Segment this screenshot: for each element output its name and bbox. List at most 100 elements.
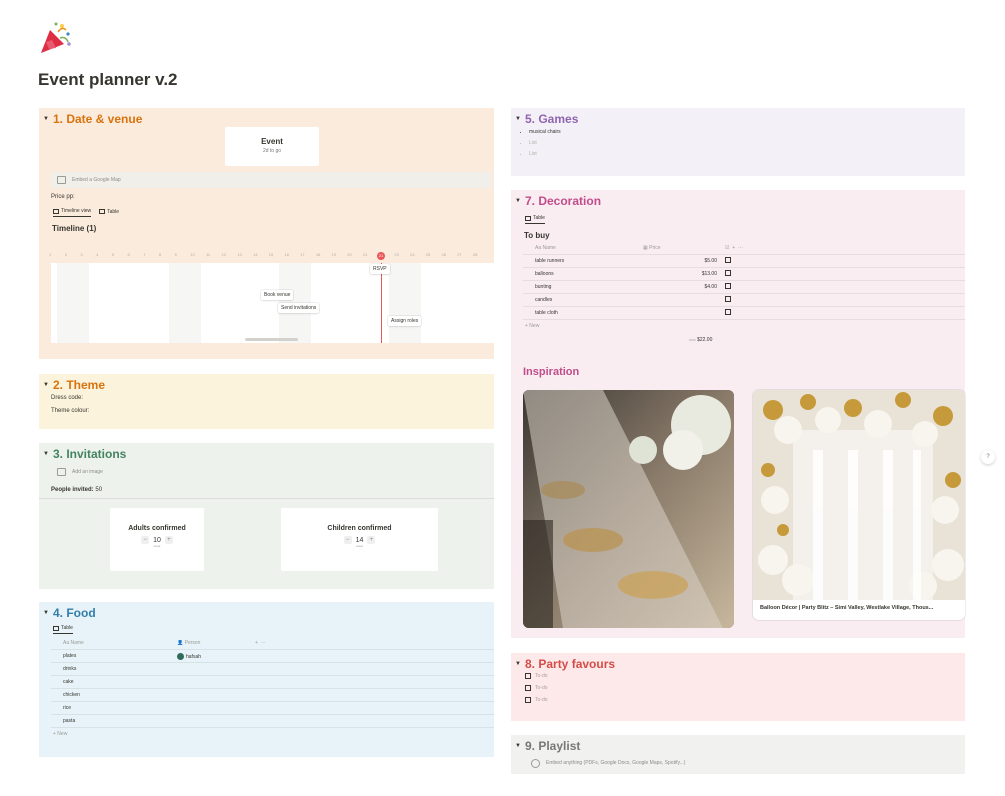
cell-name[interactable]: drinks — [51, 666, 171, 672]
cell-name[interactable]: balloons — [523, 271, 641, 277]
cell-price[interactable]: $4.00 — [641, 284, 721, 290]
checkbox[interactable] — [725, 270, 731, 276]
toggle-caret-icon[interactable]: ▼ — [515, 116, 521, 122]
column-header-name[interactable]: Aa Name — [51, 640, 171, 646]
add-column-button[interactable]: + ··· — [251, 640, 266, 646]
timeline-item-send-invitations[interactable]: Send invitations — [278, 303, 320, 313]
table-row[interactable]: drinks — [51, 663, 494, 676]
cell-price[interactable]: $13.00 — [641, 271, 721, 277]
table-row[interactable]: cake — [51, 676, 494, 689]
timeline-item-rsvp[interactable]: RSVP — [370, 264, 390, 274]
cell-checkbox[interactable] — [721, 283, 731, 291]
timeline-day-number: 19 — [331, 252, 337, 257]
section-heading[interactable]: ▼ 7. Decoration — [515, 194, 601, 208]
todo-label[interactable]: To-do — [535, 685, 548, 691]
table-row[interactable]: table cloth — [523, 307, 965, 320]
cell-name[interactable]: candles — [523, 297, 641, 303]
cell-name[interactable]: pasta — [51, 718, 171, 724]
embed-anything-block[interactable]: Embed anything (PDFs, Google Docs, Googl… — [525, 757, 825, 769]
todo-label[interactable]: To-do — [535, 697, 548, 703]
timeline-icon — [53, 208, 59, 214]
column-header-checkbox[interactable]: ☑ + ··· — [721, 245, 743, 251]
embed-google-map[interactable]: Embed a Google Map — [51, 172, 491, 188]
add-image-block[interactable]: Add an image — [51, 465, 191, 479]
section-heading[interactable]: ▼ 4. Food — [43, 606, 96, 620]
section-heading[interactable]: ▼ 5. Games — [515, 112, 578, 126]
column-header-price[interactable]: ▦ Price — [641, 245, 721, 251]
todo-item[interactable]: To-do — [525, 685, 548, 691]
table-row[interactable]: pasta — [51, 715, 494, 728]
inspiration-photo-balloon-decor[interactable]: Balloon Décor | Party Blitz – Simi Valle… — [753, 390, 965, 620]
increment-button[interactable]: + — [367, 536, 376, 544]
section-heading[interactable]: ▼ 8. Party favours — [515, 657, 615, 671]
list-item[interactable]: List — [529, 151, 561, 157]
list-item[interactable]: List — [529, 140, 561, 146]
checkbox[interactable] — [525, 673, 531, 679]
toggle-caret-icon[interactable]: ▼ — [43, 610, 49, 616]
column-header-name[interactable]: Aa Name — [523, 245, 641, 251]
section-heading[interactable]: ▼ 9. Playlist — [515, 739, 580, 753]
table-row[interactable]: table runners $5.00 — [523, 255, 965, 268]
cell-checkbox[interactable] — [721, 270, 731, 278]
tab-table[interactable]: Table — [99, 208, 119, 217]
decrement-button[interactable]: − — [343, 536, 352, 544]
toggle-caret-icon[interactable]: ▼ — [515, 743, 521, 749]
party-popper-icon[interactable] — [38, 20, 74, 56]
table-row[interactable]: balloons $13.00 — [523, 268, 965, 281]
decrement-button[interactable]: − — [141, 536, 150, 544]
cell-checkbox[interactable] — [721, 257, 731, 265]
reset-button[interactable]: reset — [281, 544, 438, 548]
cell-price[interactable]: $5.00 — [641, 258, 721, 264]
checkbox[interactable] — [725, 283, 731, 289]
table-row[interactable]: candles — [523, 294, 965, 307]
todo-label[interactable]: To-do — [535, 673, 548, 679]
cell-name[interactable]: bunting — [523, 284, 641, 290]
checkbox[interactable] — [525, 697, 531, 703]
table-row[interactable]: chicken — [51, 689, 494, 702]
cell-person[interactable]: hafsah — [171, 652, 251, 660]
checkbox[interactable] — [725, 309, 731, 315]
toggle-caret-icon[interactable]: ▼ — [43, 451, 49, 457]
inspiration-photo-table-setting[interactable] — [523, 390, 734, 628]
cell-name[interactable]: table runners — [523, 258, 641, 264]
column-header-person[interactable]: 👤 Person — [171, 640, 251, 646]
timeline-day-number: 21 — [363, 252, 368, 257]
counter-title: Adults confirmed — [128, 525, 186, 532]
timeline-item-assign-roles[interactable]: Assign roles — [388, 316, 422, 326]
section-heading[interactable]: ▼ 3. Invitations — [43, 447, 126, 461]
increment-button[interactable]: + — [164, 536, 173, 544]
section-heading[interactable]: ▼ 2. Theme — [43, 378, 105, 392]
timeline-item-book-venue[interactable]: Book venue — [261, 290, 294, 300]
cell-name[interactable]: cake — [51, 679, 171, 685]
todo-item[interactable]: To-do — [525, 697, 548, 703]
new-row-button[interactable]: + New — [523, 320, 965, 333]
cell-name[interactable]: plates — [51, 653, 171, 659]
table-row[interactable]: bunting $4.00 — [523, 281, 965, 294]
tab-table[interactable]: Table — [53, 625, 73, 634]
toggle-caret-icon[interactable]: ▼ — [43, 382, 49, 388]
table-row[interactable]: rice — [51, 702, 494, 715]
reset-button[interactable]: reset — [110, 544, 204, 548]
checkbox[interactable] — [525, 685, 531, 691]
toggle-caret-icon[interactable]: ▼ — [515, 661, 521, 667]
cell-checkbox[interactable] — [721, 309, 731, 317]
cell-name[interactable]: rice — [51, 705, 171, 711]
tab-table[interactable]: Table — [525, 215, 545, 224]
toggle-caret-icon[interactable]: ▼ — [43, 116, 49, 122]
section-title: 5. Games — [525, 112, 579, 126]
table-row[interactable]: plates hafsah — [51, 650, 494, 663]
timeline-scrollbar[interactable] — [245, 338, 298, 341]
new-row-button[interactable]: + New — [51, 728, 494, 741]
list-item[interactable]: musical chairs — [529, 129, 561, 135]
cell-checkbox[interactable] — [721, 296, 731, 304]
todo-item[interactable]: To-do — [525, 673, 548, 679]
tab-timeline-view[interactable]: Timeline view — [53, 208, 92, 217]
toggle-caret-icon[interactable]: ▼ — [515, 198, 521, 204]
help-button[interactable]: ? — [981, 450, 995, 464]
cell-name[interactable]: table cloth — [523, 310, 641, 316]
checkbox[interactable] — [725, 257, 731, 263]
table-icon — [525, 215, 531, 221]
checkbox[interactable] — [725, 296, 731, 302]
cell-name[interactable]: chicken — [51, 692, 171, 698]
section-heading[interactable]: ▼ 1. Date & venue — [43, 112, 142, 126]
